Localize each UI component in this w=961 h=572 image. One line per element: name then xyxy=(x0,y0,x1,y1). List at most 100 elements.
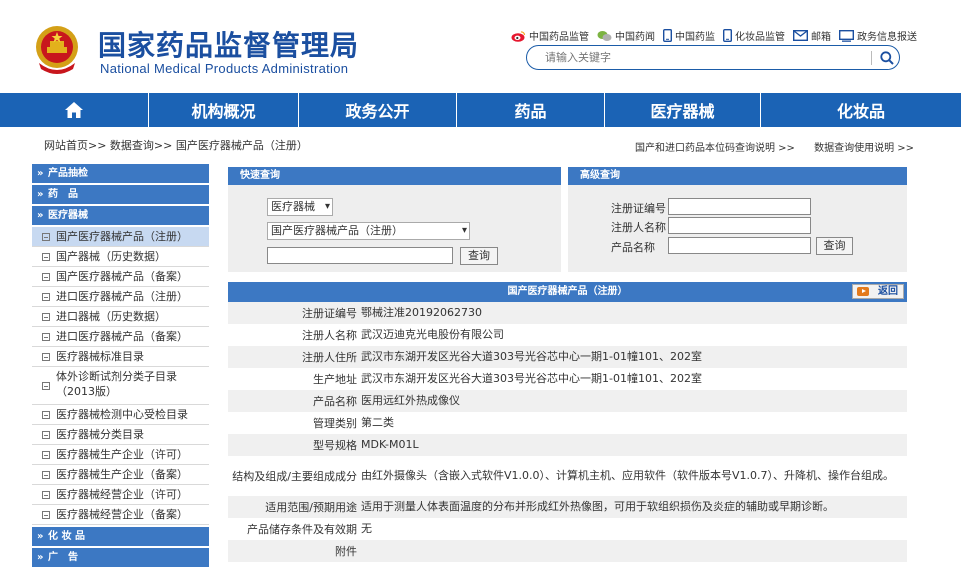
sidebar-item-label: 体外诊断试剂分类子目录（2013版） xyxy=(56,370,177,398)
detail-value: 武汉市东湖开发区光谷大道303号光谷芯中心一期1-01幢101、202室 xyxy=(361,372,702,385)
sidebar-item-imported-device-filed[interactable]: 进口医疗器械产品（备案） xyxy=(32,327,209,347)
top-link-label: 中国药闻 xyxy=(615,32,655,43)
detail-value: 武汉迈迪克光电股份有限公司 xyxy=(361,328,504,341)
sidebar-item-label: 医疗器械经营企业（备案） xyxy=(56,508,188,521)
breadcrumb: 网站首页>> 数据查询>> 国产医疗器械产品（注册） xyxy=(44,137,308,153)
detail-row-management-class: 管理类别 第二类 xyxy=(228,412,907,434)
sidebar: 产品抽检 药 品 医疗器械 国产医疗器械产品（注册） 国产器械（历史数据） 国产… xyxy=(32,164,209,572)
phone-icon xyxy=(663,29,672,42)
keyword-input[interactable] xyxy=(267,247,453,264)
breadcrumb-path[interactable]: 网站首页>> 数据查询>> 国产医疗器械产品（注册） xyxy=(44,139,308,152)
sidebar-item-label: 医疗器械经营企业（许可） xyxy=(56,488,188,501)
collapse-box-icon xyxy=(42,293,50,301)
quick-search-button[interactable]: 查询 xyxy=(460,247,498,265)
detail-key: 适用范围/预期用途 xyxy=(265,501,357,514)
quick-search-title: 快速查询 xyxy=(228,167,561,185)
sidebar-item-device-classification[interactable]: 医疗器械分类目录 xyxy=(32,425,209,445)
product-name-input[interactable] xyxy=(668,237,811,254)
search-input[interactable] xyxy=(545,50,865,65)
back-button[interactable]: 返回 xyxy=(852,284,904,299)
detail-key: 注册人名称 xyxy=(302,329,357,342)
registrant-input[interactable] xyxy=(668,217,811,234)
sidebar-item-domestic-device-registered[interactable]: 国产医疗器械产品（注册） xyxy=(32,227,209,247)
detail-key: 型号规格 xyxy=(313,439,357,452)
detail-value: MDK-M01L xyxy=(361,438,419,451)
sidebar-item-testing-center-catalog[interactable]: 医疗器械检测中心受检目录 xyxy=(32,405,209,425)
mail-icon xyxy=(793,30,808,41)
top-link-app-cosmetics[interactable]: 化妆品监管 xyxy=(723,28,785,43)
monitor-icon xyxy=(839,29,854,42)
collapse-box-icon xyxy=(42,411,50,419)
data-query-help-link[interactable]: 数据查询使用说明 >> xyxy=(814,143,914,154)
detail-row-attachment: 附件 xyxy=(228,540,907,562)
top-link-label: 中国药监 xyxy=(675,32,715,43)
subcategory-select[interactable]: 国产医疗器械产品（注册） ▾ xyxy=(267,222,470,240)
sidebar-item-imported-device-history[interactable]: 进口器械（历史数据） xyxy=(32,307,209,327)
collapse-box-icon xyxy=(42,333,50,341)
collapse-box-icon xyxy=(42,253,50,261)
detail-header: 国产医疗器械产品（注册） 返回 xyxy=(228,282,907,302)
collapse-box-icon xyxy=(42,382,50,390)
sidebar-item-label: 进口器械（历史数据） xyxy=(56,310,166,323)
sidebar-item-distributor-licensed[interactable]: 医疗器械经营企业（许可） xyxy=(32,485,209,505)
nav-agency[interactable]: 机构概况 xyxy=(149,93,299,127)
reg-number-input[interactable] xyxy=(668,198,811,215)
search-icon[interactable] xyxy=(879,50,895,66)
wechat-icon xyxy=(597,30,612,41)
sidebar-item-label: 医疗器械检测中心受检目录 xyxy=(56,408,188,421)
detail-value: 鄂械注准20192062730 xyxy=(361,306,482,319)
detail-key: 附件 xyxy=(335,545,357,558)
top-link-label: 化妆品监管 xyxy=(735,32,785,43)
top-link-wechat[interactable]: 中国药闻 xyxy=(597,28,655,43)
advanced-search-title: 高级查询 xyxy=(568,167,907,185)
collapse-box-icon xyxy=(42,273,50,281)
advanced-search-button[interactable]: 查询 xyxy=(816,237,853,255)
top-link-mail[interactable]: 邮箱 xyxy=(793,28,831,43)
sidebar-item-label: 医疗器械分类目录 xyxy=(56,428,144,441)
collapse-box-icon xyxy=(42,313,50,321)
sidebar-item-domestic-device-filed[interactable]: 国产医疗器械产品（备案） xyxy=(32,267,209,287)
nav-public-affairs[interactable]: 政务公开 xyxy=(299,93,457,127)
phone-icon xyxy=(723,29,732,42)
page: 国家药品监督管理局 National Medical Products Admi… xyxy=(0,0,961,572)
nav-medical-devices[interactable]: 医疗器械 xyxy=(605,93,761,127)
detail-row-registrant-address: 注册人住所 武汉市东湖开发区光谷大道303号光谷芯中心一期1-01幢101、202… xyxy=(228,346,907,368)
detail-panel: 国产医疗器械产品（注册） 返回 注册证编号 鄂械注准20192062730 注册人… xyxy=(228,282,907,572)
national-emblem-icon xyxy=(36,26,78,74)
sidebar-item-device-standards[interactable]: 医疗器械标准目录 xyxy=(32,347,209,367)
advanced-search-panel: 高级查询 注册证编号 注册人名称 产品名称 查询 xyxy=(568,167,907,272)
nav-home[interactable] xyxy=(0,93,149,127)
header: 国家药品监督管理局 National Medical Products Admi… xyxy=(0,0,961,93)
detail-row-product-name: 产品名称 医用远红外热成像仪 xyxy=(228,390,907,412)
nav-drugs[interactable]: 药品 xyxy=(457,93,605,127)
sidebar-section-drugs[interactable]: 药 品 xyxy=(32,185,209,204)
sidebar-item-ivd-catalog[interactable]: 体外诊断试剂分类子目录（2013版） xyxy=(32,367,209,405)
top-link-report[interactable]: 政务信息报送 xyxy=(839,28,917,43)
sidebar-section-sampling[interactable]: 产品抽检 xyxy=(32,164,209,183)
top-link-weibo[interactable]: 中国药品监管 xyxy=(511,28,589,43)
drug-code-help-link[interactable]: 国产和进口药品本位码查询说明 >> xyxy=(635,143,795,154)
detail-key: 管理类别 xyxy=(313,417,357,430)
sidebar-item-domestic-device-history[interactable]: 国产器械（历史数据） xyxy=(32,247,209,267)
top-link-app-drug[interactable]: 中国药监 xyxy=(663,28,715,43)
dropdown-arrow-icon: ▾ xyxy=(324,201,330,212)
nav-cosmetics[interactable]: 化妆品 xyxy=(761,93,961,127)
sidebar-item-distributor-filed[interactable]: 医疗器械经营企业（备案） xyxy=(32,505,209,525)
help-links: 国产和进口药品本位码查询说明 >> 数据查询使用说明 >> xyxy=(635,139,930,154)
site-title-cn: 国家药品监督管理局 xyxy=(98,29,360,62)
back-arrow-icon xyxy=(857,287,869,296)
site-title-en: National Medical Products Administration xyxy=(100,61,349,76)
sidebar-section-devices[interactable]: 医疗器械 xyxy=(32,206,209,225)
sidebar-section-ads[interactable]: 广 告 xyxy=(32,548,209,567)
sidebar-section-cosmetics[interactable]: 化 妆 品 xyxy=(32,527,209,546)
detail-value: 第二类 xyxy=(361,416,394,429)
subcategory-select-value: 国产医疗器械产品（注册） xyxy=(271,224,403,237)
sidebar-item-manufacturer-filed[interactable]: 医疗器械生产企业（备案） xyxy=(32,465,209,485)
detail-value: 武汉市东湖开发区光谷大道303号光谷芯中心一期1-01幢101、202室 xyxy=(361,350,702,363)
category-select-value: 医疗器械 xyxy=(271,200,315,213)
sidebar-item-manufacturer-licensed[interactable]: 医疗器械生产企业（许可） xyxy=(32,445,209,465)
category-select[interactable]: 医疗器械 ▾ xyxy=(267,198,333,216)
sidebar-item-label: 进口医疗器械产品（备案） xyxy=(56,330,188,343)
detail-key: 注册证编号 xyxy=(302,307,357,320)
sidebar-item-imported-device-registered[interactable]: 进口医疗器械产品（注册） xyxy=(32,287,209,307)
